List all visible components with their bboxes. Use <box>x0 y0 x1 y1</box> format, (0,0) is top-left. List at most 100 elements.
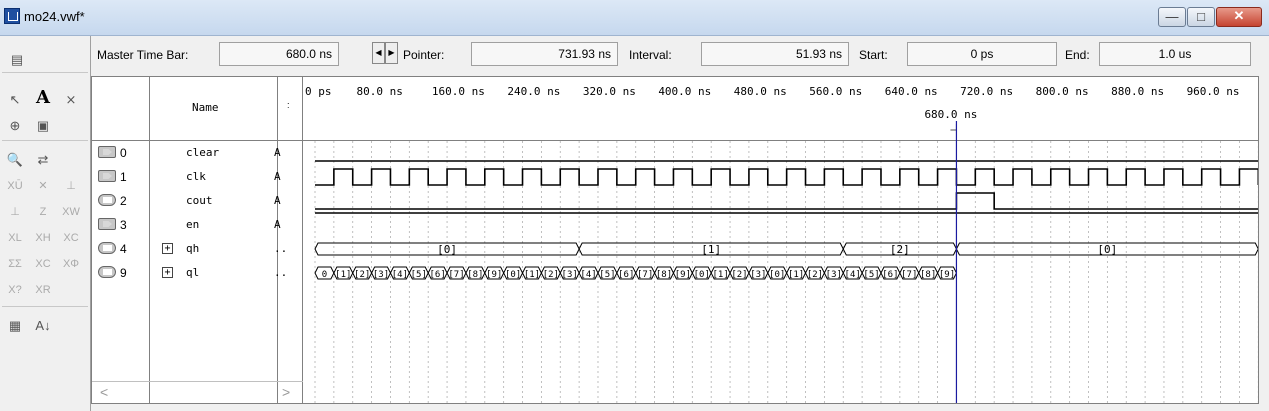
end-field[interactable]: 1.0 us <box>1099 42 1251 66</box>
signal-value: .. <box>274 242 288 255</box>
pointer-icon[interactable]: ↖ <box>4 90 26 110</box>
timeline-tick-label: 240.0 ns <box>507 85 560 98</box>
ql-bus-value-label: [1] <box>335 270 351 280</box>
timeline-tick-label: 80.0 ns <box>356 85 402 98</box>
minimize-button[interactable]: — <box>1158 7 1186 27</box>
signal-value: A <box>274 170 281 183</box>
expand-icon[interactable]: + <box>162 267 173 278</box>
master-time-prev-button[interactable]: ◀ <box>372 42 385 64</box>
signal-name: clk <box>186 170 206 183</box>
signal-list-scrollbar[interactable]: < > <box>92 381 303 403</box>
ql-bus-value-label: [2] <box>354 270 370 280</box>
timeline-tick-label: 400.0 ns <box>658 85 711 98</box>
ql-bus-value-label: [0] <box>694 270 710 280</box>
output-pin-icon <box>98 194 116 206</box>
force-high-icon[interactable]: XH <box>32 228 54 248</box>
signal-row-cout[interactable]: 2 cout A <box>92 189 303 213</box>
ql-bus-value-label: [0] <box>505 270 521 280</box>
text-icon[interactable]: A <box>32 88 54 108</box>
waveform-area[interactable]: 0 ps 80.0 ns 160.0 ns 240.0 ns 320.0 ns 400.0… <box>303 77 1260 403</box>
force-low-icon[interactable]: ⊥ <box>4 202 26 222</box>
master-time-bar-field[interactable]: 680.0 ns <box>219 42 339 66</box>
ql-bus-value-label: [9] <box>675 270 691 280</box>
scroll-right-icon[interactable]: > <box>282 384 290 400</box>
signal-row-ql[interactable]: 9 + ql.. <box>92 261 303 285</box>
node-icon[interactable]: ⨯ <box>60 90 82 110</box>
zoom-icon[interactable]: ⊕ <box>4 116 26 136</box>
arbitrary-value-icon[interactable]: XC <box>32 254 54 274</box>
window-title: mo24.vwf* <box>24 9 85 24</box>
clock-value-icon[interactable]: XC <box>60 228 82 248</box>
signal-row-clear[interactable]: 0 clear A <box>92 141 303 165</box>
ql-bus-value-label: [6] <box>882 270 898 280</box>
ql-bus-value-label: [6] <box>429 270 445 280</box>
expand-icon[interactable]: + <box>162 243 173 254</box>
timeline-tick-label: 720.0 ns <box>960 85 1013 98</box>
ql-bus-value-label: [1] <box>524 270 540 280</box>
ql-bus-value-label: [8] <box>467 270 483 280</box>
master-time-next-button[interactable]: ▶ <box>385 42 398 64</box>
signal-index: 9 <box>120 266 127 280</box>
name-column-header[interactable]: Name <box>192 101 219 114</box>
marker-handle-icon <box>950 124 957 131</box>
group-icon[interactable]: ▦ <box>4 316 26 336</box>
weak-low-icon[interactable]: XW <box>60 202 82 222</box>
ql-bus-value-label: [1] <box>712 270 728 280</box>
signal-row-clk[interactable]: 1 clk A <box>92 165 303 189</box>
window-icon[interactable]: ▤ <box>6 50 28 70</box>
weak-icon[interactable]: ⊥ <box>60 176 82 196</box>
waveform-canvas[interactable]: 0 ps 80.0 ns 160.0 ns 240.0 ns 320.0 ns 400.0… <box>303 77 1260 403</box>
waveform-panel: Name : 0 clear A 1 clk A 2 cout A 3 en A 4 + qh.. 9 + ql.… <box>91 76 1260 404</box>
signal-name: qh <box>186 242 200 255</box>
toolbar-separator <box>2 140 88 141</box>
timeline-tick-label: 160.0 ns <box>432 85 485 98</box>
ql-bus-value-label: [3] <box>826 270 842 280</box>
ql-bus-value-label: [1] <box>788 270 804 280</box>
timeline-tick-label: 880.0 ns <box>1111 85 1164 98</box>
qh-bus-value-label: [1] <box>701 243 721 256</box>
scroll-left-icon[interactable]: < <box>100 384 108 400</box>
master-time-marker-label: 680.0 ns <box>924 108 977 121</box>
start-field[interactable]: 0 ps <box>907 42 1057 66</box>
close-button[interactable]: ✕ <box>1216 7 1262 27</box>
input-pin-icon <box>98 170 116 182</box>
signal-value: .. <box>274 266 288 279</box>
ql-bus-value-label: [2] <box>543 270 559 280</box>
qh-bus-value-label: [0] <box>437 243 457 256</box>
dont-care-icon[interactable]: ✕ <box>32 176 54 196</box>
output-bus-icon <box>98 242 116 254</box>
random-icon[interactable]: XR <box>32 280 54 300</box>
invert-icon[interactable]: XŪ <box>4 176 26 196</box>
random-value-icon[interactable]: XΦ <box>60 254 82 274</box>
timeline-tick-label: 320.0 ns <box>583 85 636 98</box>
count-value-icon[interactable]: ΣΣ <box>4 254 26 274</box>
maximize-icon: □ <box>1197 9 1205 24</box>
find-icon[interactable]: 🔍 <box>4 150 26 170</box>
signal-row-qh[interactable]: 4 + qh.. <box>92 237 303 261</box>
ql-bus-value-label: [4] <box>392 270 408 280</box>
maximize-button[interactable]: □ <box>1187 7 1215 27</box>
replace-icon[interactable]: ⇄ <box>32 150 54 170</box>
clk-waveform <box>315 168 1260 186</box>
interval-field: 51.93 ns <box>701 42 849 66</box>
ql-bus-value-label: [5] <box>599 270 615 280</box>
signal-index: 2 <box>120 194 127 208</box>
signal-name: cout <box>186 194 213 207</box>
ql-bus-value-label: [2] <box>731 270 747 280</box>
full-screen-icon[interactable]: ▣ <box>32 116 54 136</box>
ql-bus-value-label: [7] <box>901 270 917 280</box>
value-column-header[interactable]: : <box>287 101 290 110</box>
query-icon[interactable]: X? <box>4 280 26 300</box>
signal-value: A <box>274 194 281 207</box>
ql-bus-value-label: [5] <box>863 270 879 280</box>
weak-high-icon[interactable]: XL <box>4 228 26 248</box>
ql-bus-value-label: [3] <box>562 270 578 280</box>
ql-bus-value-label: 0 <box>322 270 327 280</box>
output-bus-icon <box>98 266 116 278</box>
ql-bus-value-label: [4] <box>845 270 861 280</box>
high-z-icon[interactable]: Z <box>32 202 54 222</box>
signal-row-en[interactable]: 3 en A <box>92 213 303 237</box>
sort-icon[interactable]: A↓ <box>32 316 54 336</box>
ql-bus-value-label: [5] <box>411 270 427 280</box>
end-label: End: <box>1065 48 1090 62</box>
